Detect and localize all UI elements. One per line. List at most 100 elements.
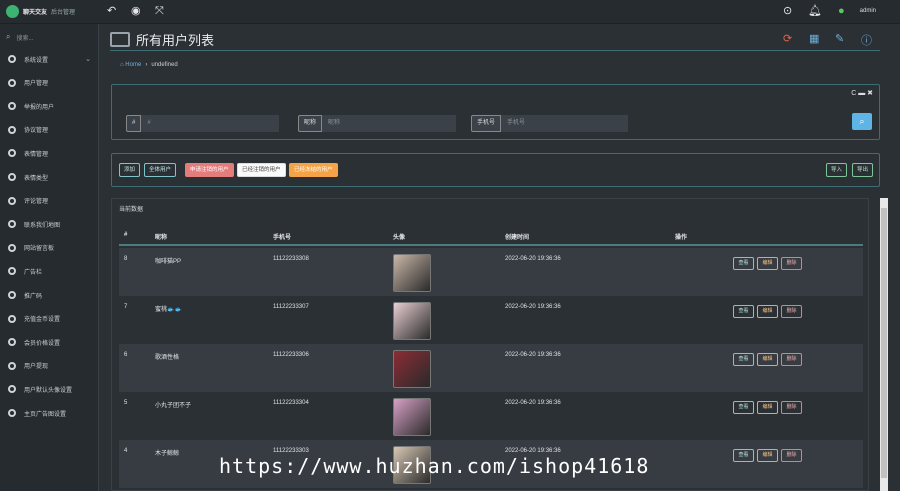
sidebar-item[interactable]: 评论管理 <box>0 190 99 212</box>
grid-icon[interactable]: ▦ <box>809 32 819 45</box>
header-divider <box>110 50 880 51</box>
page-title: 所有用户列表 <box>136 32 215 48</box>
sidebar-item[interactable]: 充值金币设置 <box>0 308 99 330</box>
back-icon[interactable]: ↶ <box>107 5 116 18</box>
sidebar-item[interactable]: 用户默认头像设置 <box>0 378 99 400</box>
refresh-icon[interactable]: ⟳ <box>783 32 792 45</box>
delete-button[interactable]: 删除 <box>781 353 802 366</box>
sidebar-item-label: 用户默认头像设置 <box>24 387 73 394</box>
sidebar-item[interactable]: 主页广告图设置 <box>0 402 99 424</box>
sidebar-item-label: 会员价格设置 <box>24 340 61 347</box>
row-phone: 11122233304 <box>273 400 309 406</box>
view-button[interactable]: 查看 <box>733 257 754 270</box>
scrollbar-thumb[interactable] <box>881 208 887 478</box>
edit-button[interactable]: 编辑 <box>757 257 778 270</box>
table-row[interactable]: 6 歌酒性格 11122233306 2022-06-20 19:36:36 查看 编辑删… <box>119 344 863 392</box>
avatar[interactable] <box>393 398 431 436</box>
table-row[interactable]: 8 咖啡猫PP 11122233308 2022-06-20 19:36:36 查看 编辑… <box>119 248 863 296</box>
all-users-button[interactable]: 全体用户 <box>144 163 177 177</box>
panel-tools[interactable]: C ▬ ✖ <box>851 89 873 97</box>
current-user[interactable]: admin <box>860 8 876 14</box>
import-button[interactable]: 导入 <box>826 163 848 177</box>
qrcode-icon <box>8 291 16 299</box>
search-icon: ⌕ <box>859 116 865 126</box>
record-icon[interactable]: ◉ <box>131 5 141 18</box>
avatar[interactable] <box>393 302 431 340</box>
edit-button[interactable]: 编辑 <box>757 353 778 366</box>
sidebar-item[interactable]: 用户管理 <box>0 72 99 94</box>
sidebar-item[interactable]: 用户提现 <box>0 355 99 377</box>
add-button[interactable]: 添加 <box>119 163 141 177</box>
sidebar-item[interactable]: 联系我们地图 <box>0 213 99 235</box>
breadcrumb-home[interactable]: ⌂ Home <box>120 62 141 68</box>
message-icon <box>8 243 16 252</box>
col-phone[interactable]: 手机号 <box>273 232 291 241</box>
sidebar-item[interactable]: 网站留言板 <box>0 237 99 259</box>
sidebar-item[interactable]: 举报的用户 <box>0 95 99 117</box>
sidebar-item[interactable]: 广告栏 <box>0 260 99 282</box>
sidebar-item[interactable]: 系统设置 ⌄ <box>0 48 99 70</box>
edit-icon[interactable]: ✎ <box>835 32 844 45</box>
row-id: 7 <box>124 304 128 310</box>
download-icon[interactable]: ⊙ <box>783 5 792 18</box>
delete-button[interactable]: 删除 <box>781 305 802 318</box>
delete-button[interactable]: 删除 <box>781 257 802 270</box>
frozen-users-button[interactable]: 已经冻结的用户 <box>289 163 338 177</box>
bell-icon[interactable]: 🔔︎ <box>808 5 822 18</box>
col-avatar[interactable]: 头像 <box>393 232 405 241</box>
row-created: 2022-06-20 19:36:36 <box>505 400 561 406</box>
col-id[interactable]: # <box>124 232 127 238</box>
action-toolbar: 添加 全体用户 申请注销的用户 已经注销的用户 已经冻结的用户 导入 导出 <box>111 153 880 187</box>
user-icon[interactable]: ● <box>838 5 845 18</box>
id-filter-label: # <box>126 115 142 132</box>
phone-filter: 手机号 手机号 <box>471 115 629 132</box>
table-row[interactable]: 5 小丸子团不子 11122233304 2022-06-20 19:36:36 查看编… <box>119 392 863 440</box>
row-phone: 11122233307 <box>273 304 309 310</box>
sidebar-item-label: 用户提现 <box>24 364 49 371</box>
users-icon <box>8 78 16 87</box>
edit-button[interactable]: 编辑 <box>757 401 778 414</box>
sidebar-item[interactable]: 表情类型 <box>0 166 99 188</box>
export-button[interactable]: 导出 <box>852 163 874 177</box>
sidebar-item[interactable]: 表情管理 <box>0 142 99 164</box>
edit-button[interactable]: 编辑 <box>757 305 778 318</box>
delete-button[interactable]: 删除 <box>781 401 802 414</box>
table-row[interactable]: 7 蜜桃🐟🐟 11122233307 2022-06-20 19:36:36 查看 编辑删… <box>119 296 863 344</box>
view-button[interactable]: 查看 <box>733 449 754 462</box>
view-button[interactable]: 查看 <box>733 353 754 366</box>
row-created: 2022-06-20 19:36:36 <box>505 304 561 310</box>
expand-icon[interactable]: ⤧ <box>155 5 164 18</box>
apply-cancel-users-button[interactable]: 申请注销的用户 <box>185 163 234 177</box>
avatar[interactable] <box>393 350 431 388</box>
view-button[interactable]: 查看 <box>733 401 754 414</box>
sidebar-item[interactable]: 会员价格设置 <box>0 331 99 353</box>
help-icon[interactable]: ⓘ <box>861 32 872 48</box>
delete-button[interactable]: 删除 <box>781 449 802 462</box>
search-input[interactable]: 搜索... <box>16 33 33 42</box>
row-phone: 11122233308 <box>273 256 309 262</box>
cancelled-users-button[interactable]: 已经注销的用户 <box>237 163 286 177</box>
phone-filter-input[interactable]: 手机号 <box>501 115 629 132</box>
edit-button[interactable]: 编辑 <box>757 449 778 462</box>
app-logo[interactable]: 聊天交友 后台管理 <box>6 5 75 18</box>
sidebar-item[interactable]: 协议管理 <box>0 119 99 141</box>
row-created: 2022-06-20 19:36:36 <box>505 256 561 262</box>
id-filter-input[interactable]: # <box>141 115 280 132</box>
chevron-down-icon: ⌄ <box>85 56 91 63</box>
sidebar-item[interactable]: 推广码 <box>0 284 99 306</box>
search-button[interactable]: ⌕ <box>852 113 872 130</box>
sidebar-search[interactable]: ⌕ 搜索... <box>6 32 34 42</box>
sidebar-item-label: 表情类型 <box>24 175 49 182</box>
vertical-scrollbar[interactable] <box>880 198 888 491</box>
page-header: 所有用户列表 <box>110 28 880 50</box>
col-nickname[interactable]: 昵称 <box>155 232 167 241</box>
col-created[interactable]: 创建时间 <box>505 232 529 241</box>
top-bar: 聊天交友 后台管理 ↶ ◉ ⤧ ⊙ 🔔︎ ● admin <box>0 0 900 24</box>
nickname-filter-input[interactable]: 昵称 <box>322 115 457 132</box>
comment-icon <box>8 196 16 205</box>
view-button[interactable]: 查看 <box>733 305 754 318</box>
col-actions: 操作 <box>675 235 688 241</box>
avatar[interactable] <box>393 254 431 292</box>
watermark: https://www.huzhan.com/ishop41618 <box>219 454 650 478</box>
sidebar-item-label: 系统设置 <box>24 57 49 64</box>
